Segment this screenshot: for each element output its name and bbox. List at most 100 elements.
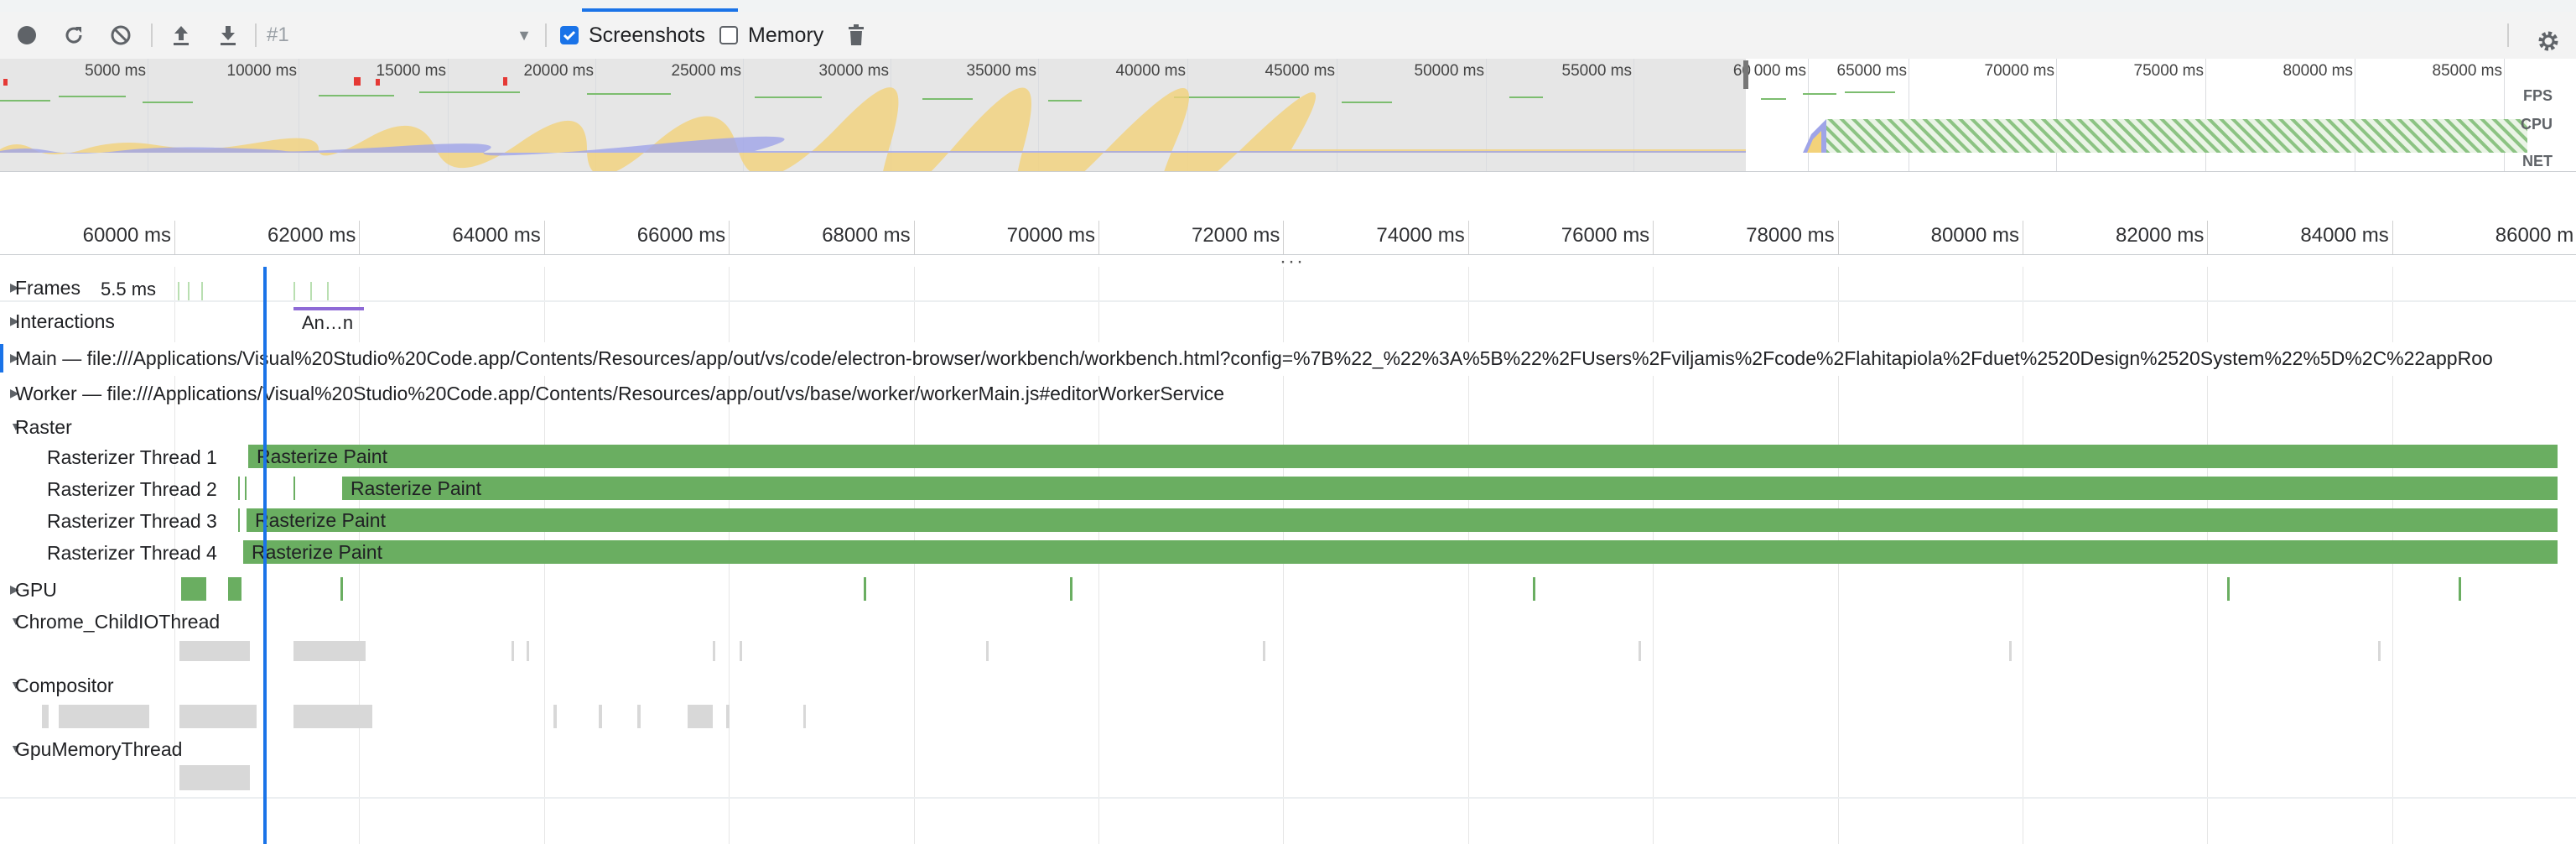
memory-label: Memory [748, 23, 824, 47]
rasterize-paint-event[interactable]: Rasterize Paint [248, 445, 2558, 468]
io-task[interactable] [527, 641, 529, 661]
rasterize-paint-event[interactable]: Rasterize Paint [243, 540, 2558, 564]
toolbar-separator [151, 23, 153, 47]
ruler-tick [2392, 221, 2393, 254]
io-task[interactable] [1263, 641, 1265, 661]
frame-marker[interactable] [293, 282, 295, 300]
resize-grip-icon[interactable]: ··· [1280, 252, 1305, 272]
ruler-tick [359, 221, 361, 254]
compositor-task[interactable] [726, 705, 730, 728]
io-task[interactable] [2378, 641, 2381, 661]
timeline-ruler[interactable]: 60000 ms 62000 ms 64000 ms 66000 ms 68000 ms… [0, 172, 2576, 255]
screenshots-label: Screenshots [589, 23, 705, 47]
childio-thread-track[interactable]: ▼ Chrome_ChildIOThread [0, 606, 2576, 669]
childio-thread-label: Chrome_ChildIOThread [15, 611, 221, 633]
io-task[interactable] [986, 641, 989, 661]
worker-thread-label: Worker — file:///Applications/Visual%20S… [15, 383, 1225, 404]
ruler-tick-label: 82000 ms [2115, 224, 2205, 247]
timeline-overview[interactable]: 5000 ms 10000 ms 15000 ms 20000 ms 25000 ms 3… [0, 59, 2576, 172]
collect-garbage-button[interactable] [842, 12, 870, 59]
raster-track-label: Raster [15, 416, 72, 438]
checkbox-unchecked-icon [719, 26, 738, 44]
reload-record-button[interactable] [57, 12, 91, 59]
frame-duration-label: 5.5 ms [101, 279, 157, 300]
compositor-track[interactable]: ▼ Compositor [0, 669, 2576, 733]
frames-track[interactable]: ▶ Frames 5.5 ms [0, 275, 2576, 300]
io-task[interactable] [179, 641, 250, 661]
compositor-task[interactable] [59, 705, 149, 728]
capture-settings-button[interactable] [2536, 29, 2561, 58]
io-task[interactable] [293, 641, 366, 661]
gpu-task[interactable] [181, 577, 206, 601]
toolbar-separator [2507, 23, 2509, 47]
raster-slice[interactable] [238, 508, 240, 532]
compositor-task[interactable] [803, 705, 806, 728]
io-task[interactable] [1639, 641, 1641, 661]
record-icon [18, 26, 36, 44]
memory-checkbox[interactable]: Memory [719, 23, 823, 47]
compositor-task[interactable] [553, 705, 557, 728]
frame-marker[interactable] [178, 282, 179, 300]
trash-icon [849, 24, 864, 45]
profile-select[interactable]: #1 ▼ [267, 22, 537, 49]
performance-toolbar: #1 ▼ Screenshots Memory [0, 12, 2576, 60]
upload-icon [174, 26, 189, 45]
frame-marker[interactable] [327, 282, 329, 300]
record-button[interactable] [10, 12, 44, 59]
raster-track[interactable]: ▼ Raster Rasterizer Thread 1 Rasterize P… [0, 411, 2576, 570]
gpu-memory-thread-track[interactable]: ▼ GpuMemoryThread [0, 733, 2576, 797]
io-task[interactable] [2009, 641, 2012, 661]
raster-slice[interactable] [293, 477, 295, 500]
raster-slice[interactable] [238, 477, 240, 500]
gpu-track[interactable]: ▶ GPU [0, 570, 2576, 604]
overview-fps-cpu-graph [0, 77, 2527, 171]
timeline-cursor[interactable] [263, 267, 267, 844]
selection-marker [0, 344, 3, 373]
flame-chart[interactable]: ▶ Frames 5.5 ms ▶ Interactions An…n ▶ Ma… [0, 267, 2576, 844]
ruler-tick [2207, 221, 2209, 254]
gpu-task[interactable] [864, 577, 866, 601]
ruler-tick [729, 221, 730, 254]
interaction-bar[interactable] [293, 307, 364, 310]
rasterize-paint-event[interactable]: Rasterize Paint [247, 508, 2558, 532]
gpu-memory-task[interactable] [179, 765, 250, 790]
gpu-task[interactable] [2227, 577, 2230, 601]
ruler-tick [174, 221, 175, 254]
cpu-label: CPU [2520, 116, 2553, 133]
ruler-tick-label: 84000 ms [2300, 224, 2389, 247]
gpu-task[interactable] [340, 577, 343, 601]
io-task[interactable] [713, 641, 715, 661]
interactions-track[interactable]: ▶ Interactions An…n [0, 307, 2576, 336]
raster-slice[interactable] [245, 477, 247, 500]
interaction-item-label: An…n [302, 312, 354, 333]
compositor-task[interactable] [293, 705, 372, 728]
compositor-task[interactable] [637, 705, 641, 728]
io-task[interactable] [740, 641, 742, 661]
ruler-tick-label: 66000 ms [636, 224, 726, 247]
screenshots-checkbox[interactable]: Screenshots [560, 23, 705, 47]
frame-marker[interactable] [310, 282, 312, 300]
compositor-task[interactable] [688, 705, 713, 728]
clear-button[interactable] [104, 12, 138, 59]
gpu-task[interactable] [1070, 577, 1072, 601]
main-thread-track[interactable]: ▶ Main — file:///Applications/Visual%20S… [0, 342, 2576, 376]
rasterize-paint-event[interactable]: Rasterize Paint [342, 477, 2558, 500]
load-profile-button[interactable] [164, 12, 198, 59]
io-task[interactable] [512, 641, 514, 661]
compositor-task[interactable] [42, 705, 49, 728]
frame-marker[interactable] [188, 282, 190, 300]
ruler-tick-label: 76000 ms [1561, 224, 1650, 247]
worker-thread-track[interactable]: ▶ Worker — file:///Applications/Visual%2… [0, 378, 2576, 411]
save-profile-button[interactable] [211, 12, 245, 59]
frame-marker[interactable] [201, 282, 203, 300]
compositor-task[interactable] [599, 705, 602, 728]
gpu-task[interactable] [1533, 577, 1535, 601]
gpu-task[interactable] [2459, 577, 2461, 601]
ruler-tick-label: 70000 ms [1006, 224, 1095, 247]
gpu-task[interactable] [228, 577, 242, 601]
compositor-track-label: Compositor [15, 675, 114, 696]
profile-select-value: #1 [267, 23, 289, 46]
ruler-tick [1467, 221, 1469, 254]
compositor-task[interactable] [179, 705, 257, 728]
ruler-tick-label: 80000 ms [1930, 224, 2019, 247]
